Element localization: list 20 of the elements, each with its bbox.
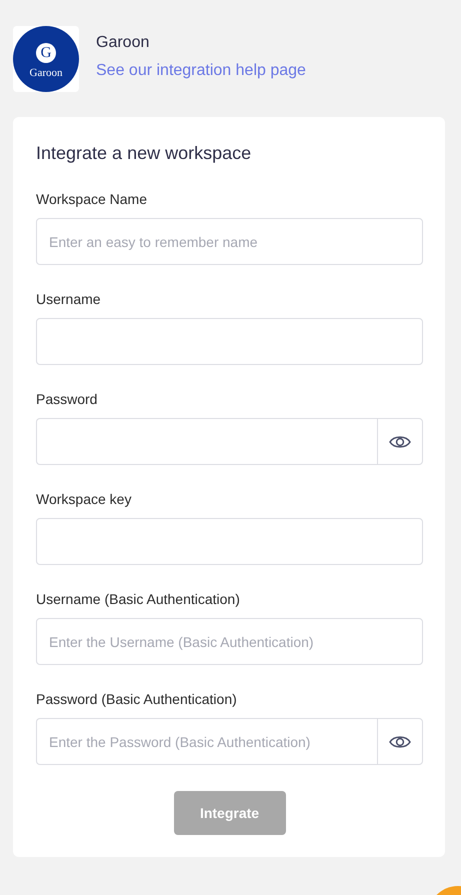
field-label: Workspace key [36,491,132,507]
app-logo: G Garoon [13,26,79,92]
field-label: Password (Basic Authentication) [36,691,238,707]
text-field[interactable]: Enter the Username (Basic Authentication) [36,618,423,665]
field-label: Username (Basic Authentication) [36,591,241,607]
text-field[interactable] [36,318,423,365]
password-field[interactable] [36,418,377,465]
help-link[interactable]: See our integration help page [96,62,306,80]
app-name: Garoon [96,34,150,52]
field-label: Password [36,391,98,407]
text-field[interactable]: Enter an easy to remember name [36,218,423,265]
text-field[interactable] [36,518,423,565]
password-field[interactable]: Enter the Password (Basic Authentication) [36,718,377,765]
field-label: Workspace Name [36,191,148,207]
eye-icon [389,434,411,448]
form-title: Integrate a new workspace [36,143,252,164]
eye-icon [389,734,411,748]
show-password-button[interactable] [377,418,423,465]
field-label: Username [36,291,102,307]
show-password-button[interactable] [377,718,423,765]
